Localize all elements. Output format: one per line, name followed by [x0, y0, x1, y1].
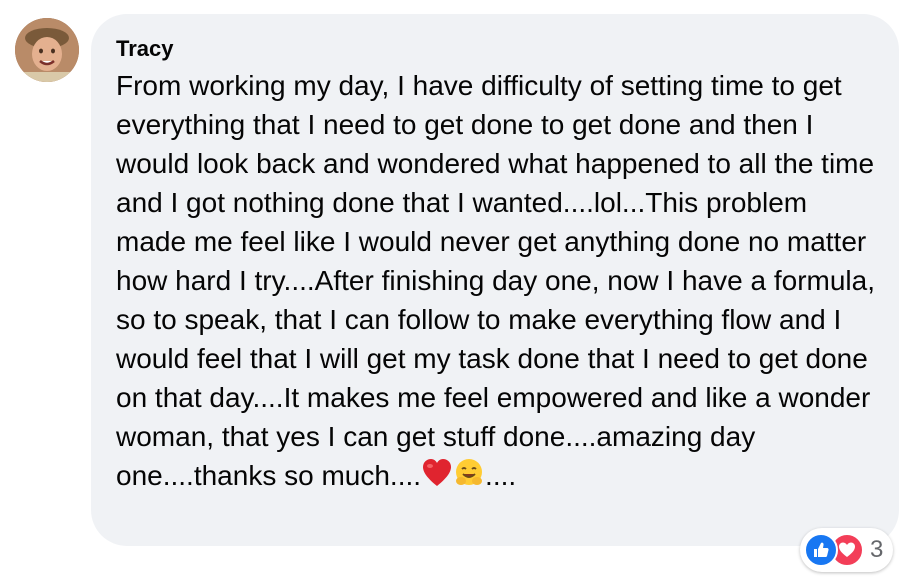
comment-bubble: Tracy From working my day, I have diffic…: [91, 14, 899, 546]
avatar-photo: [15, 18, 79, 82]
comment-text: From working my day, I have difficulty o…: [116, 70, 875, 491]
avatar[interactable]: [15, 18, 79, 82]
reactions-summary[interactable]: 3: [800, 528, 894, 572]
heart-icon: [839, 542, 855, 557]
reaction-count: 3: [870, 536, 884, 563]
comment-body: From working my day, I have difficulty o…: [116, 66, 875, 495]
red-heart-icon: [423, 459, 452, 486]
hugging-face-icon: [456, 459, 483, 485]
thumbs-up-icon: [814, 542, 829, 557]
comment-author[interactable]: Tracy: [116, 36, 875, 62]
like-icon: [804, 533, 838, 567]
comment-text-tail: ....: [485, 460, 517, 491]
